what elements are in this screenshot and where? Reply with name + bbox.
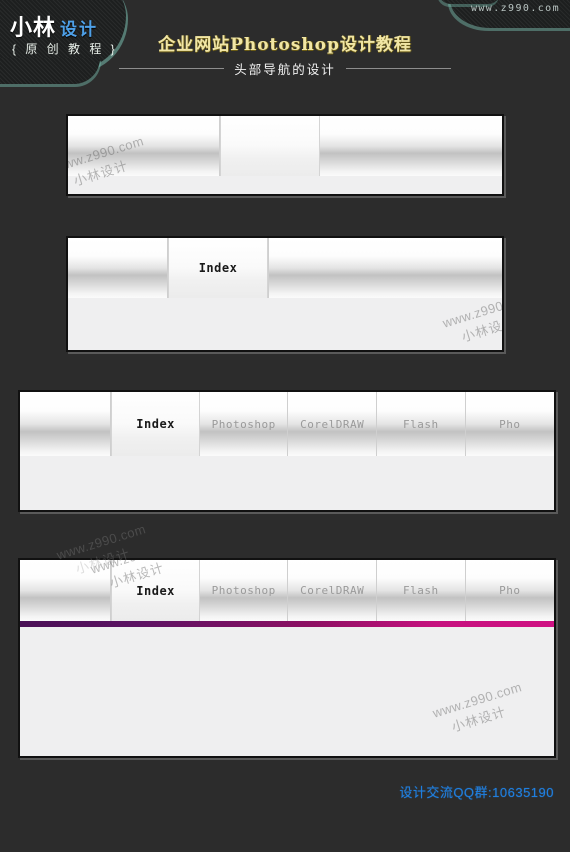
- mockup-panel-step-1: www.z990.com 小林设计: [66, 114, 504, 196]
- panel-3-tab-photo-cut-label: Pho: [499, 417, 521, 431]
- panel-3-tab-flash[interactable]: Flash: [377, 392, 466, 456]
- panel-3-tab-flash-label: Flash: [402, 417, 439, 431]
- panel-1-navbar: [68, 116, 502, 176]
- panel-2-tab-index[interactable]: Index: [168, 238, 268, 298]
- panel-1-cell-1[interactable]: [220, 116, 320, 176]
- panel-4-navbar: Index Photoshop CorelDRAW Flash Pho: [20, 560, 554, 621]
- footer-qq-group: 设计交流QQ群:10635190: [399, 785, 554, 800]
- panel-2-tab-index-label: Index: [198, 261, 238, 275]
- mockup-panel-step-3: Index Photoshop CorelDRAW Flash Pho: [18, 390, 556, 512]
- panel-4-tab-photo-cut[interactable]: Pho: [466, 560, 554, 621]
- panel-2-navbar: Index: [68, 238, 502, 298]
- panel-3-tab-coreldraw-label: CorelDRAW: [300, 417, 365, 431]
- panel-1-cell-0[interactable]: [68, 116, 220, 176]
- panel-2-cell-0[interactable]: [68, 238, 168, 298]
- panel-3-tab-index-label: Index: [136, 417, 175, 431]
- panel-4-tab-index-label: Index: [136, 583, 175, 598]
- mockup-panel-step-2: Index www.z990.com 小林设计: [66, 236, 504, 352]
- panel-2-cell-2[interactable]: [268, 238, 502, 298]
- panel-2-body: [68, 298, 502, 350]
- panel-4-tab-flash-label: Flash: [402, 584, 439, 597]
- panel-3-body: [20, 456, 554, 510]
- panel-4-tab-index[interactable]: Index: [111, 560, 200, 621]
- mockup-panel-step-4: Index Photoshop CorelDRAW Flash Pho www.…: [18, 558, 556, 758]
- panel-3-tab-photoshop[interactable]: Photoshop: [200, 392, 289, 456]
- panel-3-tab-index[interactable]: Index: [111, 392, 200, 456]
- subtitle-rule-left: [119, 67, 225, 69]
- subtitle-rule-right: [345, 67, 451, 69]
- panel-4-tab-coreldraw[interactable]: CorelDRAW: [288, 560, 377, 621]
- panel-4-tab-flash[interactable]: Flash: [377, 560, 466, 621]
- panel-3-navbar: Index Photoshop CorelDRAW Flash Pho: [20, 392, 554, 456]
- panel-4-tab-photoshop[interactable]: Photoshop: [200, 560, 289, 621]
- page-subtitle-row: 头部导航的设计: [0, 59, 570, 77]
- panel-3-cell-logo[interactable]: [20, 392, 112, 456]
- page-header: www.z990.com 小林 设计 { 原 创 教 程 } 企业网站Photos…: [0, 0, 570, 100]
- panel-4-inner: Index Photoshop CorelDRAW Flash Pho www.…: [20, 560, 554, 756]
- panel-4-tab-photoshop-label: Photoshop: [211, 584, 276, 597]
- panel-3-tab-coreldraw[interactable]: CorelDRAW: [288, 392, 377, 456]
- panel-4-tab-coreldraw-label: CorelDRAW: [300, 584, 365, 597]
- panel-4-tab-photo-cut-label: Pho: [499, 584, 521, 597]
- page-subtitle: 头部导航的设计: [234, 62, 336, 77]
- panel-1-body: [68, 176, 502, 194]
- page-title: 企业网站Photoshop设计教程: [158, 35, 412, 55]
- panel-1-cell-2[interactable]: [320, 116, 502, 176]
- panel-2-inner: Index www.z990.com 小林设计: [68, 238, 502, 350]
- site-url-text: www.z990.com: [470, 3, 560, 14]
- watermark-url: www.z990.com: [54, 521, 148, 563]
- panel-3-inner: Index Photoshop CorelDRAW Flash Pho: [20, 392, 554, 510]
- panel-4-cell-logo[interactable]: [20, 560, 112, 621]
- panel-1-inner: www.z990.com 小林设计: [68, 116, 502, 194]
- panel-3-tab-photoshop-label: Photoshop: [211, 417, 276, 431]
- panel-3-tab-photo-cut[interactable]: Pho: [466, 392, 554, 456]
- panel-4-body: [20, 627, 554, 756]
